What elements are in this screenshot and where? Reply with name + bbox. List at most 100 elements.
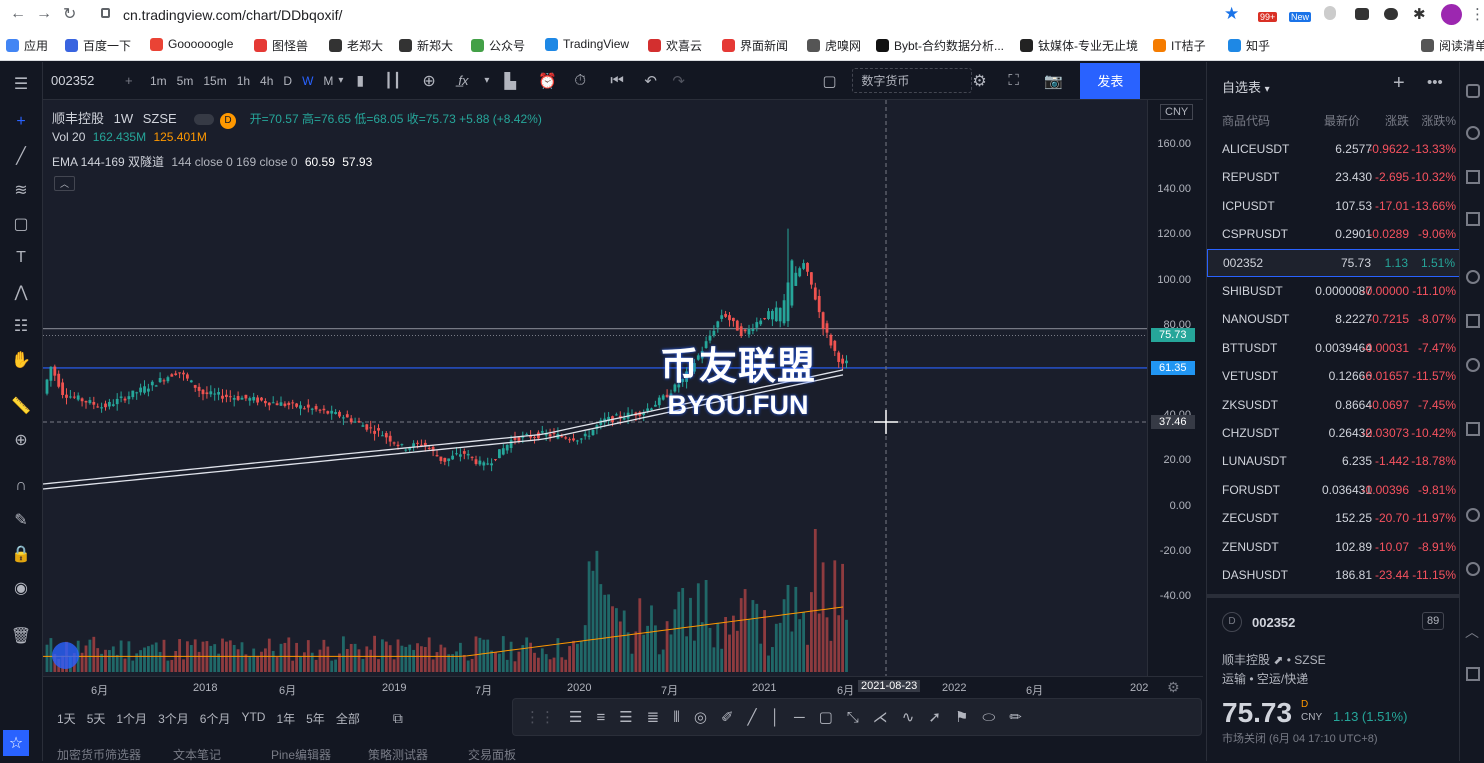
watchlist-row[interactable]: ICPUSDT 107.53 -17.01 -13.66% (1207, 192, 1460, 220)
streams-icon[interactable] (1466, 358, 1480, 372)
bookmark-item[interactable]: Bybt-合约数据分析... (876, 37, 1004, 54)
vertical-line-icon[interactable]: │ (771, 709, 780, 726)
watchlist-row[interactable]: NANOUSDT 8.2227 -0.7215 -8.07% (1207, 305, 1460, 333)
watchlist-icon[interactable] (1466, 84, 1480, 98)
watchlist-row[interactable]: 002352 75.73 1.13 1.51% (1207, 248, 1460, 277)
more-icon[interactable]: ••• (1427, 74, 1443, 91)
range-button[interactable]: 1天 (57, 710, 76, 727)
camera-icon[interactable]: 📷 (1044, 72, 1080, 90)
lock-icon[interactable]: 🔒 (6, 540, 36, 568)
horizontal-line-icon[interactable]: ─ (794, 709, 805, 726)
replay-icon[interactable]: ⏱ (574, 72, 610, 89)
pencil-lock-icon[interactable]: ✎ (6, 506, 36, 534)
bookmark-item[interactable]: 新郑大 (399, 37, 453, 54)
range-button[interactable]: 5年 (306, 710, 325, 727)
fib-fan-icon[interactable]: ≣ (647, 708, 660, 726)
bar-type-icon[interactable]: ┃┃ (384, 72, 422, 89)
time-axis[interactable]: ⚙ 6月 2018 6月 2019 7月 2020 7月 2021 6月 2021-08-23 20… (43, 676, 1203, 698)
help-icon[interactable] (1466, 562, 1480, 576)
magnet-icon[interactable]: ∩ (6, 472, 36, 500)
watchlist-row[interactable]: CSPRUSDT 0.2901 -0.0289 -9.06% (1207, 220, 1460, 248)
currency-label[interactable]: CNY (1160, 104, 1194, 120)
watchlist-header-cell[interactable]: 最新价 (1324, 112, 1360, 129)
bookmark-item[interactable]: IT桔子 (1153, 37, 1206, 54)
bookmark-item[interactable]: 公众号 (471, 37, 525, 54)
watchlist-header-cell[interactable]: 涨跌 (1385, 112, 1409, 129)
polyline-icon[interactable]: ⋌ (873, 708, 888, 726)
back-icon[interactable]: ← (10, 5, 26, 23)
trend-line-icon[interactable]: ╱ (6, 142, 36, 170)
bookmark-item[interactable]: 图怪兽 (254, 37, 308, 54)
circle-icon[interactable]: ◎ (694, 708, 707, 726)
ema-label[interactable]: EMA 144-169 双隧道 (52, 155, 164, 169)
bookmark-item[interactable]: 钛媒体-专业无止境 (1020, 37, 1138, 54)
range-button[interactable]: YTD (241, 710, 265, 727)
forward-icon[interactable]: → (36, 5, 52, 23)
ruler-icon[interactable]: 📏 (6, 392, 36, 420)
settings-icon[interactable]: ⚙ (972, 71, 1008, 91)
news-badge[interactable]: New (1289, 12, 1312, 22)
bookmark-item[interactable]: TradingView (545, 37, 629, 51)
menu-icon[interactable]: ⋮ (1470, 5, 1484, 23)
axis-settings-icon[interactable]: ⚙ (1167, 679, 1180, 696)
compare-icon[interactable]: ⊕ (422, 71, 458, 91)
bookmark-item[interactable]: 知乎 (1228, 37, 1270, 54)
candle-type-icon[interactable]: ▮ (356, 72, 384, 89)
extension-icon[interactable] (1384, 8, 1398, 20)
menu-icon[interactable]: ☰ (6, 70, 36, 98)
ellipse-icon[interactable]: ⬭ (982, 709, 995, 726)
range-button[interactable]: 1个月 (116, 710, 147, 727)
watchlist-row[interactable]: REPUSDT 23.430 -2.695 -10.32% (1207, 163, 1460, 191)
watchlist-row[interactable]: ZECUSDT 152.25 -20.70 -11.97% (1207, 504, 1460, 532)
drag-handle-icon[interactable]: ⋮⋮ (525, 708, 555, 726)
watchlist-row[interactable]: DASHUSDT 186.81 -23.44 -11.15% (1207, 561, 1460, 589)
layers-icon[interactable] (1466, 667, 1480, 681)
chats-icon[interactable] (1466, 422, 1480, 436)
indicators-button[interactable]: f̲x (458, 73, 484, 88)
range-button[interactable]: 全部 (336, 710, 360, 727)
eye-icon[interactable]: ◉ (6, 574, 36, 602)
bookmark-item[interactable]: 阅读清单 (1421, 37, 1484, 54)
rewind-icon[interactable]: ⏮ (610, 72, 644, 89)
bookmark-item[interactable]: 应用 (6, 37, 48, 54)
layout-icon[interactable]: ▢ (822, 72, 852, 90)
arrow-icon[interactable]: ➚ (928, 708, 941, 726)
goto-date-icon[interactable]: ⧉ (393, 710, 403, 727)
templates-icon[interactable]: ▙ (504, 72, 538, 90)
crosshair-icon[interactable]: + (6, 108, 36, 136)
detail-sector[interactable]: 运输 • 空运/快递 (1222, 670, 1308, 687)
pen-icon[interactable]: ✏ (1009, 708, 1022, 726)
extension-icon[interactable] (1324, 6, 1336, 20)
brush-icon[interactable]: ✐ (721, 708, 734, 726)
volume-label[interactable]: Vol 20 (52, 130, 85, 144)
chart-pane[interactable]: 顺丰控股 1W SZSE D 开=70.57 高=76.65 低=68.05 收… (43, 100, 1147, 676)
fib-icon[interactable]: ≋ (6, 176, 36, 204)
watchlist-header-cell[interactable]: 商品代码 (1222, 112, 1270, 129)
zoom-icon[interactable]: ⊕ (6, 426, 36, 454)
interval-5m[interactable]: 5m (172, 74, 199, 88)
interval-dropdown-icon[interactable]: ▾ (338, 75, 356, 86)
add-symbol-icon[interactable]: + (125, 73, 145, 88)
interval-4h[interactable]: 4h (255, 74, 278, 88)
range-button[interactable]: 5天 (87, 710, 106, 727)
price-axis[interactable]: CNY 160.00140.00120.00100.0080.0060.0040… (1147, 100, 1203, 676)
bottom-tab[interactable]: 交易面板 (468, 746, 516, 763)
notifications-icon[interactable] (1466, 508, 1480, 522)
bookmark-item[interactable]: 欢喜云 (648, 37, 702, 54)
reload-icon[interactable]: ↻ (63, 4, 76, 24)
redo-icon[interactable]: ↷ (672, 72, 822, 90)
bars-pattern-icon[interactable]: ⦀ (673, 709, 680, 726)
watchlist-row[interactable]: ALICEUSDT 6.2577 -0.9622 -13.33% (1207, 135, 1460, 163)
watchlist-row[interactable]: BTTUSDT 0.0039464 -0.00031 -7.47% (1207, 334, 1460, 362)
shape-icon[interactable]: ▢ (6, 210, 36, 238)
bottom-tab[interactable]: 策略测试器 (368, 746, 428, 763)
undo-icon[interactable]: ↶ (644, 72, 672, 90)
bookmark-item[interactable]: 界面新闻 (722, 37, 788, 54)
watchlist-row[interactable]: ZENUSDT 102.89 -10.07 -8.91% (1207, 533, 1460, 561)
range-button[interactable]: 6个月 (200, 710, 231, 727)
interval-15m[interactable]: 15m (198, 74, 231, 88)
interval-1h[interactable]: 1h (232, 74, 255, 88)
watchlist-row[interactable]: LUNAUSDT 6.235 -1.442 -18.78% (1207, 447, 1460, 475)
fullscreen-icon[interactable]: ⛶ (1008, 72, 1044, 89)
channel-icon[interactable]: ☰ (569, 708, 582, 726)
